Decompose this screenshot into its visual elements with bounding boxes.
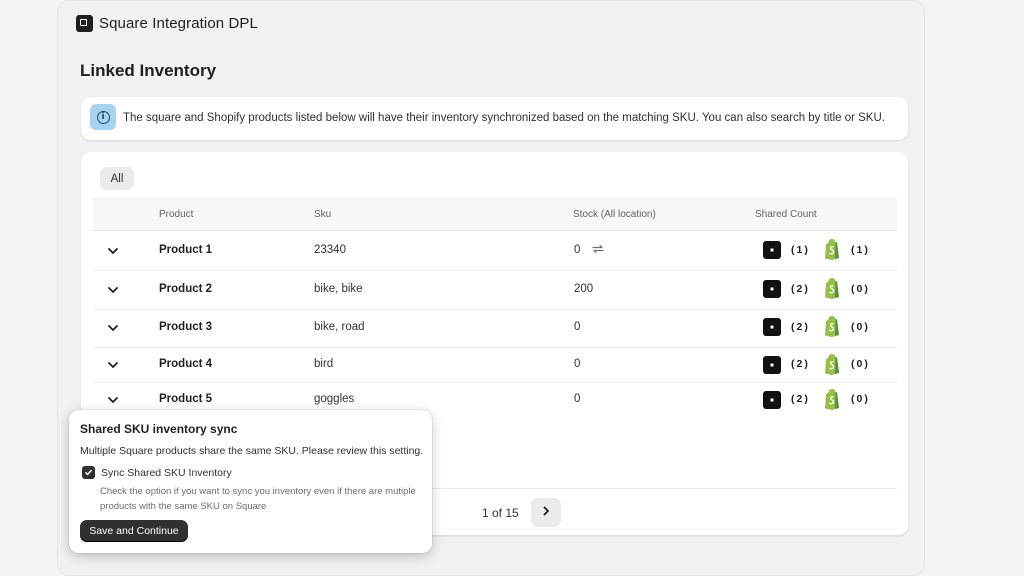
app-header: Square Integration DPL bbox=[76, 15, 258, 32]
square-count: (2) bbox=[791, 393, 810, 405]
square-count: (2) bbox=[791, 321, 810, 333]
stock-value: 0 bbox=[574, 321, 581, 333]
square-count: (1) bbox=[791, 244, 810, 256]
sku-value: bike, bike bbox=[314, 283, 363, 295]
sync-icon[interactable] bbox=[591, 242, 605, 256]
shopify-count: (1) bbox=[851, 244, 870, 256]
stock-value: 0 bbox=[574, 358, 581, 370]
info-icon: i bbox=[90, 104, 116, 130]
checkmark-icon bbox=[84, 464, 93, 482]
shared-sku-popover: Shared SKU inventory sync Multiple Squar… bbox=[69, 410, 432, 553]
shopify-count: (0) bbox=[851, 358, 870, 370]
chevron-down-icon[interactable] bbox=[107, 394, 119, 406]
app-logo-icon bbox=[76, 15, 93, 32]
table-header: Product Sku Stock (All location) Shared … bbox=[93, 197, 897, 231]
save-and-continue-button[interactable]: Save and Continue bbox=[80, 520, 188, 542]
shopify-logo-icon bbox=[823, 278, 841, 299]
square-logo-icon bbox=[763, 318, 781, 336]
checkbox-help-text: Check the option if you want to sync you… bbox=[100, 486, 416, 512]
sync-shared-sku-checkbox[interactable] bbox=[82, 466, 95, 479]
square-logo-icon bbox=[763, 356, 781, 374]
shopify-logo-icon bbox=[823, 239, 841, 260]
header-shared-count: Shared Count bbox=[755, 209, 817, 220]
chevron-right-icon bbox=[540, 504, 552, 522]
square-logo-icon bbox=[763, 391, 781, 409]
sku-value: bird bbox=[314, 358, 334, 370]
banner-text: The square and Shopify products listed b… bbox=[123, 112, 885, 124]
stock-value: 0 bbox=[574, 244, 581, 256]
app-title: Square Integration DPL bbox=[99, 15, 258, 32]
shopify-logo-icon bbox=[823, 354, 841, 375]
table-row[interactable]: Product 2 bike, bike 200 (2) (0) bbox=[93, 271, 897, 310]
table-row[interactable]: Product 4 bird 0 (2) (0) bbox=[93, 348, 897, 383]
table-row[interactable]: Product 3 bike, road 0 (2) (0) bbox=[93, 310, 897, 348]
stock-value: 200 bbox=[574, 283, 594, 295]
header-product: Product bbox=[159, 209, 194, 220]
popover-description: Multiple Square products share the same … bbox=[80, 445, 424, 457]
next-page-button[interactable] bbox=[531, 498, 561, 527]
chevron-down-icon[interactable] bbox=[107, 322, 119, 334]
checkbox-label[interactable]: Sync Shared SKU Inventory bbox=[101, 467, 232, 479]
sku-value: bike, road bbox=[314, 321, 365, 333]
header-sku: Sku bbox=[314, 209, 332, 220]
filter-tab-all[interactable]: All bbox=[100, 167, 134, 190]
shopify-count: (0) bbox=[851, 283, 870, 295]
shopify-logo-icon bbox=[823, 389, 841, 410]
page-title: Linked Inventory bbox=[80, 61, 217, 80]
shopify-count: (0) bbox=[851, 321, 870, 333]
stock-value: 0 bbox=[574, 393, 581, 405]
square-count: (2) bbox=[791, 283, 810, 295]
product-name: Product 2 bbox=[159, 283, 213, 295]
square-logo-icon bbox=[763, 280, 781, 298]
table-row[interactable]: Product 1 23340 0 (1) (1) bbox=[93, 231, 897, 271]
header-stock: Stock (All location) bbox=[573, 209, 656, 220]
square-count: (2) bbox=[791, 358, 810, 370]
sku-value: 23340 bbox=[314, 244, 346, 256]
chevron-down-icon[interactable] bbox=[107, 284, 119, 296]
product-name: Product 1 bbox=[159, 244, 213, 256]
popover-title: Shared SKU inventory sync bbox=[80, 422, 238, 436]
product-name: Product 5 bbox=[159, 393, 213, 405]
chevron-down-icon[interactable] bbox=[107, 359, 119, 371]
sku-value: goggles bbox=[314, 393, 355, 405]
pagination-text: 1 of 15 bbox=[482, 506, 519, 520]
info-banner: i The square and Shopify products listed… bbox=[81, 97, 908, 140]
product-name: Product 4 bbox=[159, 358, 213, 370]
shopify-logo-icon bbox=[823, 316, 841, 337]
chevron-down-icon[interactable] bbox=[107, 245, 119, 257]
shopify-count: (0) bbox=[851, 393, 870, 405]
product-name: Product 3 bbox=[159, 321, 213, 333]
square-logo-icon bbox=[763, 241, 781, 259]
